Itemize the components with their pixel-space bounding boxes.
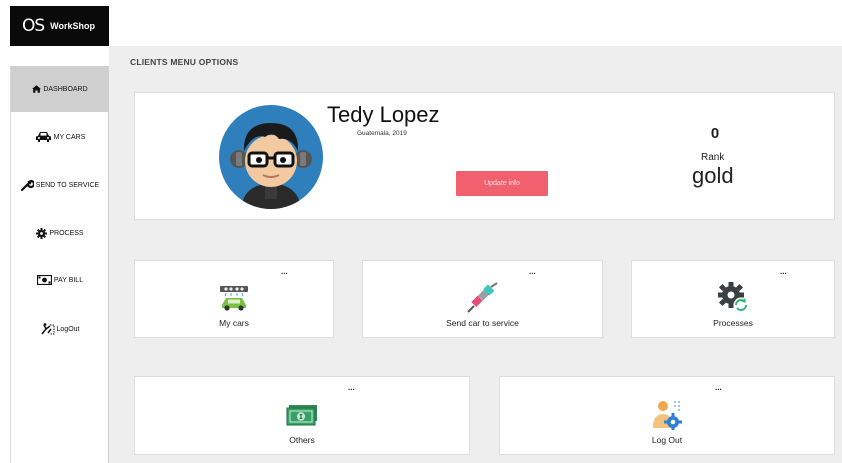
tile-label: Processes bbox=[713, 318, 753, 328]
app-logo[interactable]: OS WorkShop bbox=[10, 6, 109, 46]
sidebar-item-label: DASHBOARD bbox=[43, 85, 88, 93]
sidebar-item-send-to-service[interactable]: SEND TO SERVICE bbox=[11, 162, 109, 208]
logout-icon bbox=[40, 323, 55, 335]
spark-plug-icon bbox=[466, 282, 500, 319]
tile-log-out[interactable]: ... Log Out bbox=[499, 376, 835, 455]
sidebar-item-logout[interactable]: LogOut bbox=[11, 306, 109, 352]
tile-menu-dots[interactable]: ... bbox=[529, 267, 536, 276]
home-icon bbox=[32, 85, 42, 93]
tile-label: Log Out bbox=[651, 435, 683, 445]
sidebar-item-pay-bill[interactable]: PAY BILL bbox=[11, 257, 109, 303]
tile-menu-dots[interactable]: ... bbox=[715, 383, 722, 392]
gear-icon bbox=[36, 227, 48, 239]
sidebar-item-label: SEND TO SERVICE bbox=[35, 181, 100, 189]
sidebar-item-dashboard[interactable]: DASHBOARD bbox=[11, 66, 109, 112]
gear-refresh-icon bbox=[716, 281, 750, 318]
tile-others[interactable]: ... Others bbox=[134, 376, 470, 455]
tile-menu-dots[interactable]: ... bbox=[348, 383, 355, 392]
rank-label: Rank bbox=[701, 152, 725, 163]
tile-send-car-to-service[interactable]: ... Send car to service bbox=[362, 260, 603, 338]
avatar bbox=[219, 105, 323, 209]
tile-label: My cars bbox=[219, 318, 249, 328]
tile-menu-dots[interactable]: ... bbox=[281, 267, 288, 276]
cash-icon bbox=[285, 405, 319, 432]
profile-card: Tedy Lopez Guatemala, 2019 Update info 0… bbox=[134, 92, 835, 220]
tile-label: Send car to service bbox=[446, 318, 519, 328]
tile-my-cars[interactable]: ... My cars bbox=[134, 260, 334, 338]
user-settings-icon bbox=[649, 398, 685, 435]
sidebar-item-label: PAY BILL bbox=[53, 276, 84, 284]
update-info-button[interactable]: Update info bbox=[456, 171, 548, 196]
main-content: CLIENTS MENU OPTIONS Tedy Lopez Guatemal… bbox=[109, 46, 842, 463]
section-title: CLIENTS MENU OPTIONS bbox=[130, 57, 239, 67]
rank-value: gold bbox=[692, 163, 734, 188]
sidebar-item-label: PROCESS bbox=[49, 229, 84, 237]
logo-name: WorkShop bbox=[50, 21, 96, 31]
wrench-icon bbox=[20, 179, 34, 192]
sidebar-item-label: LogOut bbox=[56, 325, 80, 333]
sidebar: DASHBOARD MY CARS SEND TO SERVICE PROCES… bbox=[10, 66, 109, 463]
car-icon bbox=[35, 131, 52, 143]
sidebar-item-process[interactable]: PROCESS bbox=[11, 210, 109, 256]
logo-mark: OS bbox=[22, 16, 45, 36]
tile-processes[interactable]: ... Processes bbox=[631, 260, 835, 338]
tile-menu-dots[interactable]: ... bbox=[780, 267, 787, 276]
sidebar-item-label: MY CARS bbox=[53, 133, 86, 141]
money-icon bbox=[36, 275, 52, 285]
car-wash-icon bbox=[218, 285, 250, 316]
user-location: Guatemala, 2019 bbox=[357, 130, 407, 137]
points-value: 0 bbox=[710, 125, 720, 142]
user-name: Tedy Lopez bbox=[327, 102, 440, 127]
sidebar-item-my-cars[interactable]: MY CARS bbox=[11, 114, 109, 160]
tile-label: Others bbox=[289, 435, 315, 445]
